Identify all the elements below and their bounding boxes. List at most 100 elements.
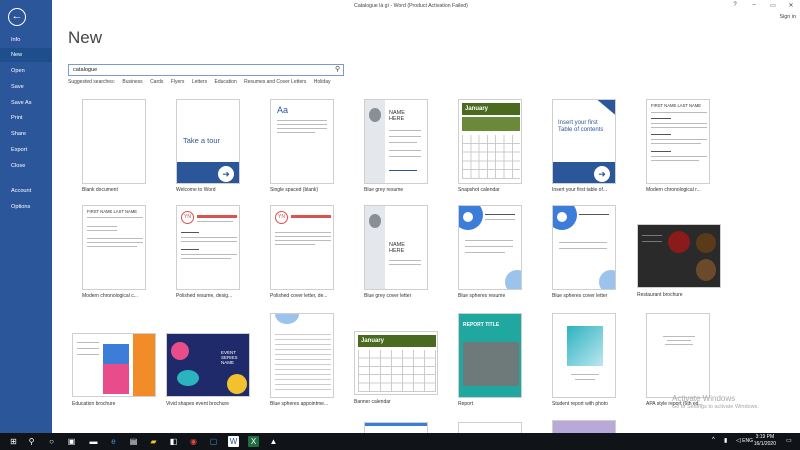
nav-share[interactable]: Share (0, 127, 52, 141)
network-icon[interactable]: ▮ (724, 437, 727, 444)
template-thumbnail-partial[interactable] (458, 422, 522, 433)
template-label: Blue grey resume (364, 187, 404, 193)
template-blue-spheres-resume[interactable]: Blue spheres resume (458, 205, 534, 299)
template-thumbnail[interactable] (458, 205, 522, 290)
back-button[interactable]: ← (8, 8, 26, 26)
chevron-up-icon[interactable]: ^ (712, 437, 715, 443)
template-education-brochure[interactable]: Education brochure (72, 333, 156, 407)
app-icon[interactable]: ◧ (168, 436, 179, 447)
template-thumbnail[interactable]: EVENT SERIES NAME (166, 333, 250, 397)
template-thumbnail[interactable]: January (354, 331, 438, 395)
template-thumbnail[interactable] (552, 205, 616, 290)
template-label: Blue grey cover letter (364, 293, 412, 299)
nav-close[interactable]: Close (0, 159, 52, 173)
tag-holiday[interactable]: Holiday (314, 79, 331, 85)
nav-info[interactable]: Info (0, 33, 52, 47)
template-thumbnail[interactable] (552, 313, 616, 398)
tag-letters[interactable]: Letters (192, 79, 207, 85)
search-icon[interactable]: ⚲ (335, 65, 340, 73)
template-thumbnail[interactable]: January (458, 99, 522, 184)
task-switcher-icon[interactable]: ▣ (66, 436, 77, 447)
template-thumbnail[interactable]: REPORT TITLE (458, 313, 522, 398)
tag-flyers[interactable]: Flyers (171, 79, 185, 85)
nav-options[interactable]: Options (0, 200, 52, 214)
template-single-spaced[interactable]: Aa Single spaced (blank) (270, 99, 346, 193)
minimize-button[interactable]: – (749, 2, 759, 8)
tag-resumes[interactable]: Resumes and Cover Letters (244, 79, 306, 85)
template-blue-grey-resume[interactable]: NAME HERE Blue grey resume (364, 99, 440, 193)
template-thumbnail-partial[interactable] (364, 422, 428, 433)
language-indicator[interactable]: ENG (742, 438, 753, 444)
template-polished-cover-letter[interactable]: YN Polished cover letter, de... (270, 205, 346, 299)
template-restaurant-brochure[interactable]: Restaurant brochure (637, 224, 721, 298)
nav-new[interactable]: New (0, 48, 52, 62)
file-explorer-icon[interactable]: ▬ (88, 436, 99, 447)
word-icon[interactable]: W (228, 436, 239, 447)
help-button[interactable]: ? (730, 2, 740, 8)
template-thumbnail[interactable]: Insert your first Table of contents ➜ (552, 99, 616, 184)
store-icon[interactable]: ▤ (128, 436, 139, 447)
restore-button[interactable]: ▭ (768, 2, 778, 9)
search-input[interactable] (68, 64, 344, 76)
tag-business[interactable]: Business (122, 79, 142, 85)
back-arrow-icon: ← (11, 10, 23, 22)
template-apa-report[interactable]: APA style report (6th ed... (646, 313, 722, 407)
taskbar: ⊞ ⚲ ○ ▣ ▬ e ▤ ▰ ◧ ◉ ▢ W X ▲ ^ ▮ ◁ ENG 3:… (0, 433, 800, 450)
arrow-icon: ➜ (218, 166, 234, 182)
nav-print[interactable]: Print (0, 111, 52, 125)
template-label: Insert your first table of... (552, 187, 608, 193)
template-blue-grey-cover-letter[interactable]: NAME HERE Blue grey cover letter (364, 205, 440, 299)
template-student-report-photo[interactable]: Student report with photo (552, 313, 628, 407)
template-vivid-shapes-brochure[interactable]: EVENT SERIES NAME Vivid shapes event bro… (166, 333, 250, 407)
tag-cards[interactable]: Cards (150, 79, 163, 85)
template-report[interactable]: REPORT TITLE Report (458, 313, 534, 407)
template-table-of-contents[interactable]: Insert your first Table of contents ➜ In… (552, 99, 628, 193)
close-window-button[interactable]: ✕ (786, 2, 796, 9)
chrome-icon[interactable]: ◉ (188, 436, 199, 447)
template-thumbnail[interactable] (270, 313, 334, 398)
template-banner-calendar[interactable]: January Banner calendar (354, 331, 438, 405)
task-view-icon[interactable]: ○ (46, 436, 57, 447)
template-thumbnail[interactable]: YN (176, 205, 240, 290)
nav-save-as[interactable]: Save As (0, 96, 52, 110)
template-snapshot-calendar[interactable]: January Snapshot calendar (458, 99, 534, 193)
template-thumbnail[interactable] (646, 313, 710, 398)
zalo-icon[interactable]: ▢ (208, 436, 219, 447)
photos-icon[interactable]: ▲ (268, 436, 279, 447)
tag-education[interactable]: Education (215, 79, 237, 85)
nav-account[interactable]: Account (0, 184, 52, 198)
notification-icon[interactable]: ▭ (786, 437, 792, 444)
nav-open[interactable]: Open (0, 64, 52, 78)
clock-time: 3:19 PM (755, 434, 775, 440)
template-thumbnail[interactable]: FIRST NAME LAST NAME (646, 99, 710, 184)
template-modern-chrono-cover[interactable]: FIRST NAME LAST NAME Modern chronologica… (82, 205, 158, 299)
template-thumbnail[interactable] (72, 333, 156, 397)
template-welcome-to-word[interactable]: Take a tour ➜ Welcome to Word (176, 99, 252, 193)
volume-icon[interactable]: ◁ (736, 437, 741, 444)
template-label: Vivid shapes event brochure (166, 401, 230, 407)
nav-save[interactable]: Save (0, 80, 52, 94)
edge-icon[interactable]: e (108, 436, 119, 447)
nav-export[interactable]: Export (0, 143, 52, 157)
template-thumbnail[interactable]: FIRST NAME LAST NAME (82, 205, 146, 290)
template-thumbnail[interactable]: NAME HERE (364, 205, 428, 290)
template-blue-spheres-appointment[interactable]: Blue spheres appointme... (270, 313, 346, 407)
search-icon[interactable]: ⚲ (26, 436, 37, 447)
template-thumbnail[interactable]: Aa (270, 99, 334, 184)
template-thumbnail[interactable]: NAME HERE (364, 99, 428, 184)
folder-icon[interactable]: ▰ (148, 436, 159, 447)
template-thumb-text: Aa (277, 105, 289, 115)
clock[interactable]: 3:19 PM 16/1/2020 (754, 434, 776, 448)
template-thumbnail[interactable] (82, 99, 146, 184)
excel-icon[interactable]: X (248, 436, 259, 447)
template-thumbnail[interactable]: YN (270, 205, 334, 290)
template-thumbnail-partial[interactable] (552, 420, 616, 433)
template-blue-spheres-cover[interactable]: Blue spheres cover letter (552, 205, 628, 299)
windows-start-icon[interactable]: ⊞ (8, 436, 19, 447)
template-blank-document[interactable]: Blank document (82, 99, 158, 193)
template-thumbnail[interactable] (637, 224, 721, 288)
sign-in-link[interactable]: Sign in (780, 14, 796, 20)
template-polished-resume[interactable]: YN Polished resume, desig... (176, 205, 252, 299)
template-thumbnail[interactable]: Take a tour ➜ (176, 99, 240, 184)
template-modern-chrono-resume[interactable]: FIRST NAME LAST NAME Modern chronologica… (646, 99, 722, 193)
